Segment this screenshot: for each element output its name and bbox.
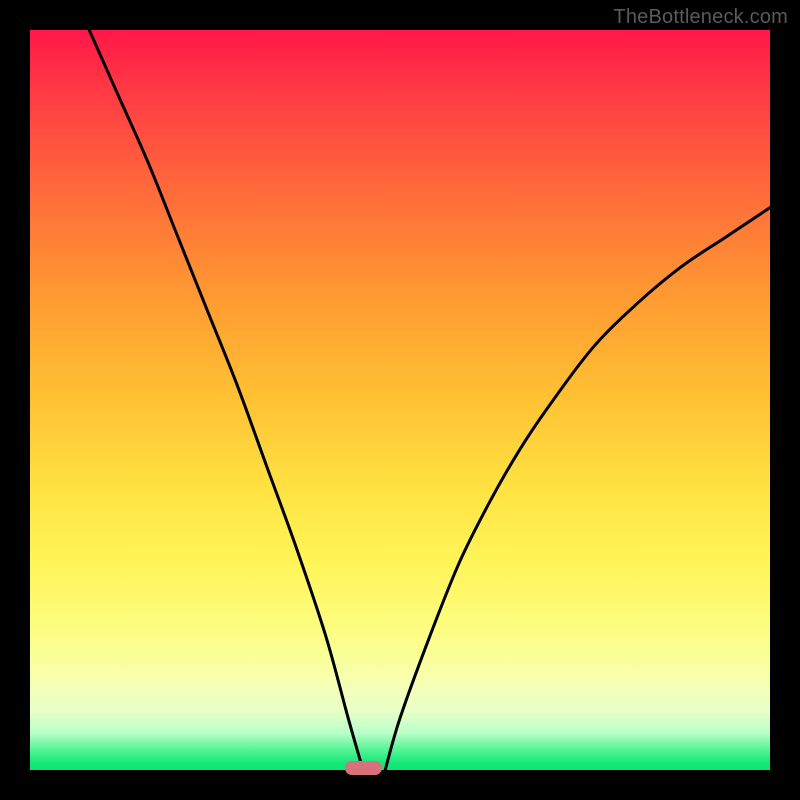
plot-area [30,30,770,770]
curve-left-branch [89,30,363,770]
chart-frame: TheBottleneck.com [0,0,800,800]
bottleneck-curve [30,30,770,770]
watermark-text: TheBottleneck.com [613,6,788,29]
minimum-marker [345,761,382,776]
curve-right-branch [385,208,770,770]
